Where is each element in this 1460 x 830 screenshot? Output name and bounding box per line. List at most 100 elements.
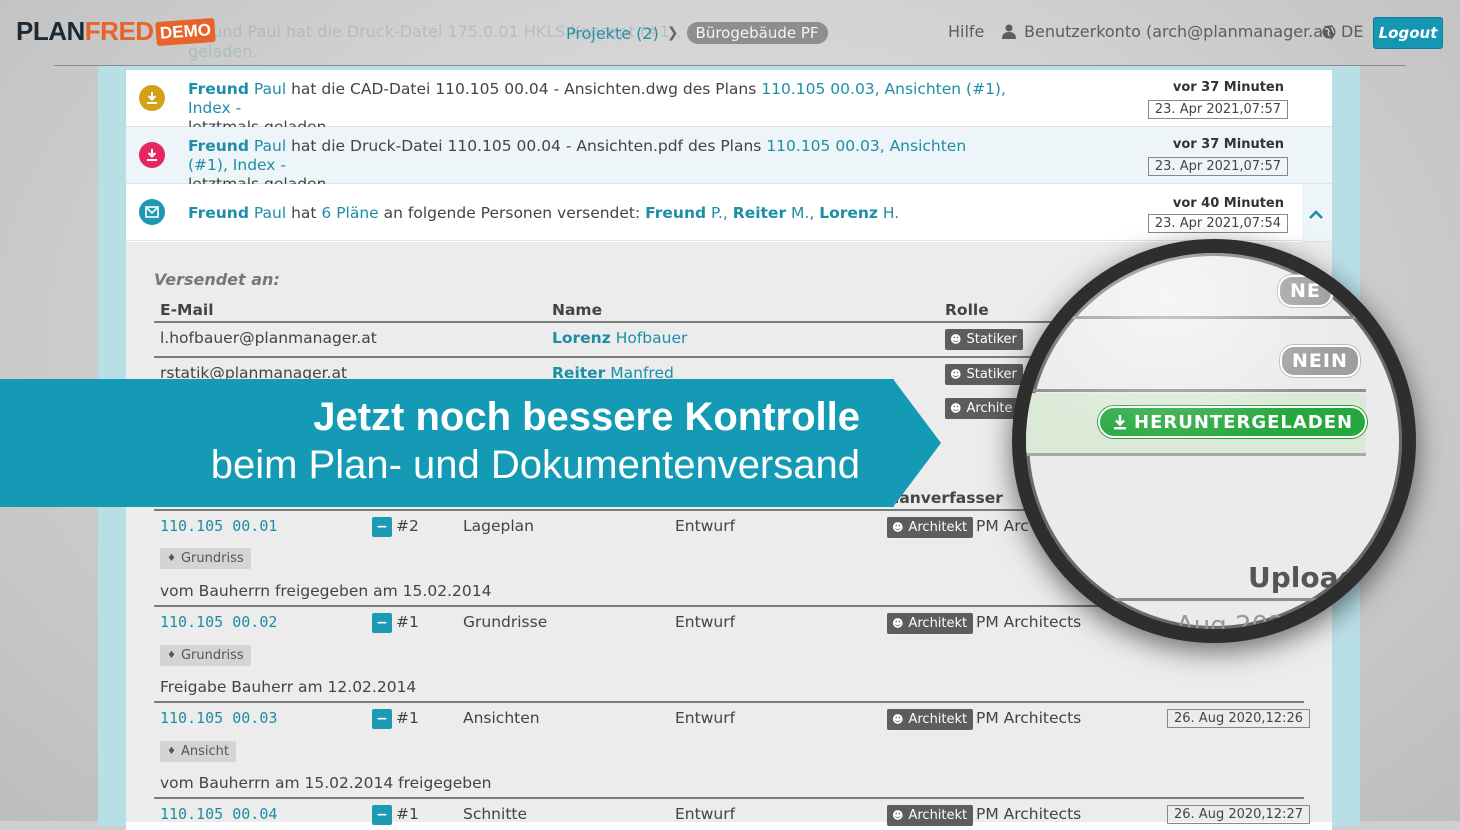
recipient-last-name[interactable]: H.: [883, 204, 899, 222]
chevron-right-icon: ❯: [666, 25, 679, 41]
activity-description: hat die CAD-Datei 110.105 00.04 - Ansich…: [291, 80, 757, 98]
breadcrumb-projects[interactable]: Projekte (2): [566, 24, 659, 43]
logo-plan: PLAN: [16, 16, 85, 46]
relative-time: vor 37 Minuten: [1172, 137, 1284, 152]
promo-banner: Jetzt noch bessere Kontrolle beim Plan- …: [0, 379, 894, 507]
activity-description: hat die Druck-Datei 110.105 00.04 - Ansi…: [291, 137, 762, 155]
help-link[interactable]: Hilfe: [948, 22, 984, 41]
plan-index: #1: [396, 709, 419, 727]
plan-status: Entwurf: [675, 709, 736, 727]
collapse-minus-button[interactable]: −: [372, 805, 392, 825]
plan-index: #2: [396, 517, 419, 535]
logo-fred: FRED: [84, 16, 154, 46]
user-last-name[interactable]: Paul: [254, 204, 286, 222]
role-badge: ☻ Statiker: [945, 364, 1023, 385]
plan-author: PM Architects: [976, 709, 1082, 727]
download-icon: [139, 142, 165, 168]
tag-icon: ♦: [167, 746, 176, 757]
language-switch[interactable]: DE: [1322, 22, 1363, 41]
planfred-logo[interactable]: PLAN FRED DEMO: [16, 16, 216, 47]
activity-row: Freund Paul hat die Druck-Datei 110.105 …: [126, 127, 1302, 193]
role-badge: ☻ Archite: [945, 398, 1019, 419]
recipient-first-name[interactable]: Freund: [645, 204, 706, 222]
breadcrumb: Projekte (2) ❯ Bürogebäude PF: [566, 22, 828, 44]
collapse-minus-button[interactable]: −: [372, 517, 392, 537]
user-first-name[interactable]: Freund: [188, 80, 249, 98]
account-label: Benutzerkonto (arch@planmanager.at): [1024, 22, 1336, 41]
recipient-first-name: Lorenz: [552, 329, 611, 347]
recipient-name[interactable]: Lorenz Hofbauer: [552, 329, 687, 347]
collapse-minus-button[interactable]: −: [372, 613, 392, 633]
role-label: Architekt: [908, 520, 968, 535]
globe-icon: [1322, 25, 1336, 38]
banner-arrow: [893, 379, 941, 507]
recipient-last-name: Hofbauer: [615, 329, 688, 347]
breadcrumb-current-project[interactable]: Bürogebäude PF: [686, 22, 828, 44]
plan-number[interactable]: 110.105 00.01: [160, 517, 277, 535]
plan-author: PM Architects: [976, 613, 1082, 631]
users-icon: ☻: [950, 368, 962, 381]
plan-title: Schnitte: [463, 805, 528, 823]
download-icon: [139, 85, 165, 111]
account-link[interactable]: Benutzerkonto (arch@planmanager.at): [1002, 22, 1336, 41]
user-last-name[interactable]: Paul: [254, 137, 286, 155]
plan-tag[interactable]: ♦ Ansicht: [160, 741, 236, 762]
recipient-email: l.hofbauer@planmanager.at: [160, 329, 377, 347]
users-icon: ☻: [892, 617, 904, 630]
column-header-upload: Upload: [1248, 561, 1359, 594]
tag-icon: ♦: [167, 650, 176, 661]
sent-to-title: Versendet an:: [154, 270, 280, 289]
collapse-chevron-up-icon[interactable]: [1306, 205, 1326, 225]
activity-description-2: an folgende Personen versendet:: [383, 204, 641, 222]
relative-time: vor 40 Minuten: [1172, 196, 1284, 211]
users-icon: ☻: [892, 713, 904, 726]
plan-title: Grundrisse: [463, 613, 548, 631]
role-label: Architekt: [908, 616, 968, 631]
mail-icon: [139, 199, 165, 225]
user-last-name[interactable]: Paul: [254, 80, 286, 98]
plan-number[interactable]: 110.105 00.04: [160, 805, 277, 823]
logout-button[interactable]: Logout: [1373, 17, 1443, 49]
plan-tag[interactable]: ♦ Grundriss: [160, 548, 251, 569]
ghost-line-2: geladen.: [188, 42, 258, 61]
collapse-minus-button[interactable]: −: [372, 709, 392, 729]
plan-note: vom Bauherrn freigegeben am 15.02.2014: [160, 582, 492, 600]
activity-text: Freund Paul hat 6 Pläne an folgende Pers…: [188, 204, 1008, 223]
plan-title: Ansichten: [463, 709, 540, 727]
magnified-divider: [1026, 598, 1366, 601]
header-divider: [54, 65, 1406, 66]
users-icon: ☻: [892, 809, 904, 822]
row-side-column: [1302, 70, 1332, 127]
language-label: DE: [1341, 22, 1364, 41]
plan-author: PM Arc: [976, 517, 1029, 535]
role-label: Archite: [966, 401, 1013, 416]
plan-title: Lageplan: [463, 517, 534, 535]
plan-tag[interactable]: ♦ Grundriss: [160, 645, 251, 666]
plan-note: vom Bauherrn am 15.02.2014 freigegeben: [160, 774, 492, 792]
role-badge: ☻ Architekt: [887, 805, 974, 826]
table-divider: [154, 356, 1054, 358]
magnified-divider: [1026, 453, 1366, 456]
activity-row-expanded[interactable]: Freund Paul hat 6 Pläne an folgende Pers…: [126, 184, 1302, 241]
user-first-name[interactable]: Freund: [188, 137, 249, 155]
recipient-last-name[interactable]: P.,: [711, 204, 728, 222]
tag-label: Ansicht: [180, 744, 229, 759]
plan-author: PM Architects: [976, 805, 1082, 823]
banner-headline: Jetzt noch bessere Kontrolle: [313, 395, 860, 439]
user-first-name[interactable]: Freund: [188, 204, 249, 222]
magnifier-glass: NE NEIN HERUNTERGELADEN Upload Aug 2020: [1012, 239, 1416, 643]
plan-number[interactable]: 110.105 00.02: [160, 613, 277, 631]
recipient-first-name[interactable]: Reiter: [733, 204, 786, 222]
role-badge: ☻ Architekt: [887, 517, 974, 538]
plan-status: Entwurf: [675, 517, 736, 535]
activity-description: hat: [291, 204, 317, 222]
plan-index: #1: [396, 805, 419, 823]
recipient-last-name[interactable]: M.,: [791, 204, 814, 222]
table-divider: [154, 701, 1304, 703]
recipient-first-name[interactable]: Lorenz: [819, 204, 878, 222]
plan-count-link[interactable]: 6 Pläne: [321, 204, 378, 222]
plan-status: Entwurf: [675, 613, 736, 631]
plan-number[interactable]: 110.105 00.03: [160, 709, 277, 727]
users-icon: ☻: [892, 521, 904, 534]
timestamp-badge: 23. Apr 2021,07:57: [1147, 157, 1288, 176]
